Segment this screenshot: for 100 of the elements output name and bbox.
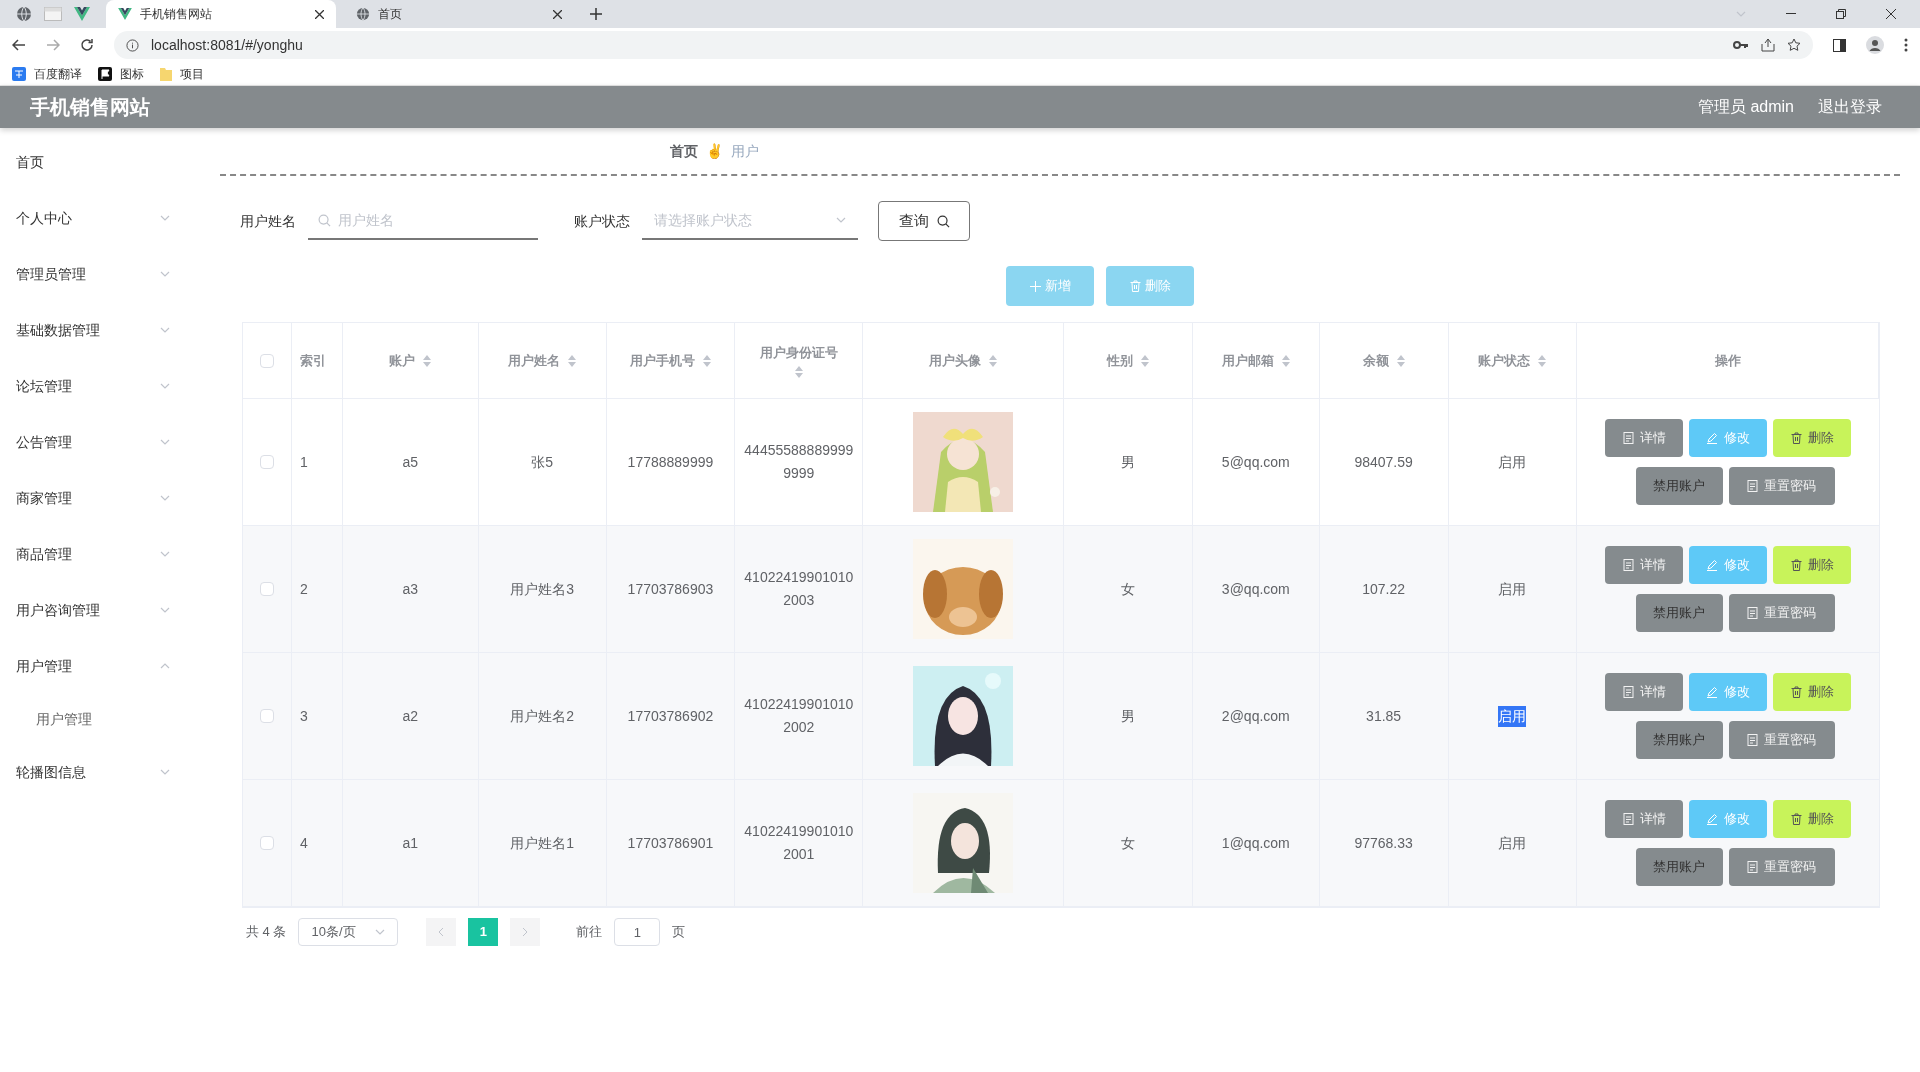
browser-tab[interactable]: 手机销售网站 [106, 0, 336, 28]
sidebar-item[interactable]: 论坛管理 [0, 358, 180, 414]
chevron-right-icon [522, 927, 529, 937]
reset-button[interactable]: 重置密码 [1728, 467, 1835, 505]
row-checkbox[interactable] [259, 709, 274, 723]
delete-button[interactable]: 删除 [1773, 673, 1852, 711]
detail-button[interactable]: 详情 [1605, 800, 1684, 838]
sort-icon[interactable] [568, 354, 577, 367]
sort-icon[interactable] [1281, 354, 1290, 367]
column-header: 账户 [389, 351, 416, 370]
disable-button[interactable]: 禁用账户 [1635, 848, 1723, 886]
vue-logo-icon[interactable] [74, 7, 90, 21]
key-icon[interactable] [1733, 40, 1749, 50]
chevron-icon [160, 551, 170, 557]
table-cell-text: 2 [299, 579, 308, 599]
bookmark[interactable]: 图标 [98, 64, 144, 83]
reload-icon[interactable] [80, 38, 94, 52]
more-icon[interactable] [1904, 38, 1908, 52]
breadcrumb-separator: ✌ [706, 141, 723, 161]
document-icon [1747, 480, 1759, 492]
detail-button[interactable]: 详情 [1605, 419, 1684, 457]
minimize-icon[interactable] [1786, 13, 1796, 15]
pencil-icon [1706, 432, 1719, 444]
table-cell-text: 3@qq.com [1221, 579, 1290, 599]
chevron-icon [160, 439, 170, 445]
close-icon[interactable] [553, 9, 562, 19]
column-header: 用户姓名 [508, 351, 561, 370]
disable-button[interactable]: 禁用账户 [1635, 594, 1723, 632]
sidebar-item[interactable]: 用户管理 [0, 638, 180, 694]
detail-button[interactable]: 详情 [1605, 673, 1684, 711]
disable-button[interactable]: 禁用账户 [1635, 721, 1723, 759]
name-search-field[interactable]: 用户姓名 [308, 202, 538, 240]
site-title: 手机销售网站 [30, 95, 150, 120]
reset-button[interactable]: 重置密码 [1728, 594, 1835, 632]
sort-icon[interactable] [703, 354, 711, 367]
sidebar-item[interactable]: 商家管理 [0, 470, 180, 526]
detail-button[interactable]: 详情 [1605, 546, 1684, 584]
table-cell-text: 用户姓名2 [510, 706, 574, 726]
restore-icon[interactable] [1836, 9, 1846, 19]
document-icon [1747, 734, 1759, 746]
sort-icon[interactable] [1396, 354, 1405, 367]
table-cell: 启用 [1498, 705, 1527, 727]
sort-icon[interactable] [423, 354, 432, 367]
document-icon [1747, 861, 1759, 873]
row-checkbox[interactable] [259, 455, 274, 469]
table-cell-text: 410224199010102003 [743, 568, 855, 610]
address-bar[interactable]: localhost:8081/#/yonghu [114, 31, 1813, 59]
table-cell-text: 4 [299, 833, 308, 853]
reset-button[interactable]: 重置密码 [1728, 721, 1835, 759]
close-icon[interactable] [315, 9, 324, 19]
table-cell-text: a1 [402, 833, 419, 853]
logout-link[interactable]: 退出登录 [1818, 95, 1882, 119]
sort-icon[interactable] [989, 354, 998, 367]
sidebar-item[interactable]: 个人中心 [0, 190, 180, 246]
column-header: 用户身份证号 [759, 343, 838, 362]
delete-button[interactable]: 删除 [1773, 419, 1852, 457]
sort-icon[interactable] [1140, 354, 1149, 367]
goto-page-field[interactable]: 1 [614, 918, 661, 946]
table-cell-text: 410224199010102002 [743, 695, 855, 737]
sidebar-item[interactable]: 商品管理 [0, 526, 180, 582]
page-size-select[interactable]: 10条/页 [298, 918, 399, 946]
query-button[interactable]: 查询 [878, 201, 970, 241]
close-icon[interactable] [1886, 9, 1896, 19]
sidebar-subitem[interactable]: 用户管理 [0, 694, 180, 744]
row-checkbox[interactable] [259, 836, 274, 850]
sidebar-item[interactable]: 轮播图信息 [0, 744, 180, 800]
table-cell-text: 98407.59 [1354, 452, 1413, 472]
table-cell-text: 31.85 [1366, 706, 1402, 726]
sidebar-item[interactable]: 基础数据管理 [0, 302, 180, 358]
delete-button[interactable]: 删除 [1773, 546, 1852, 584]
sort-icon[interactable] [1538, 354, 1547, 367]
forward-icon[interactable] [46, 38, 60, 52]
page-icon[interactable] [44, 7, 62, 21]
delete-button[interactable]: 删除 [1773, 800, 1852, 838]
sort-icon[interactable] [794, 366, 803, 379]
new-tab-icon[interactable] [590, 8, 602, 20]
table-cell-text: 17788889999 [627, 452, 714, 472]
breadcrumb-item[interactable]: 首页 [670, 140, 698, 162]
share-icon[interactable] [1761, 38, 1775, 52]
table-cell-text: 444555888899999999 [743, 441, 855, 483]
table-cell-text: 启用 [1498, 833, 1527, 853]
document-icon [1622, 559, 1634, 571]
bookmark[interactable]: 百度翻译 [12, 64, 82, 83]
reset-button[interactable]: 重置密码 [1728, 848, 1835, 886]
bookmark[interactable]: 项目 [160, 64, 204, 83]
row-checkbox[interactable] [259, 582, 274, 596]
sidebar-item[interactable]: 首页 [0, 134, 180, 190]
side-panel-icon[interactable] [1833, 38, 1846, 52]
column-header: 用户手机号 [630, 351, 695, 370]
disable-button[interactable]: 禁用账户 [1635, 467, 1723, 505]
star-icon[interactable] [1787, 38, 1801, 52]
sidebar-item[interactable]: 公告管理 [0, 414, 180, 470]
back-icon[interactable] [12, 38, 26, 52]
translate-icon [12, 66, 26, 81]
sidebar-item[interactable]: 管理员管理 [0, 246, 180, 302]
sidebar-item[interactable]: 用户咨询管理 [0, 582, 180, 638]
globe-icon[interactable] [16, 6, 32, 22]
table-cell-text: 17703786902 [627, 706, 714, 726]
profile-icon[interactable] [1866, 36, 1884, 54]
select-all-checkbox[interactable] [259, 353, 274, 368]
